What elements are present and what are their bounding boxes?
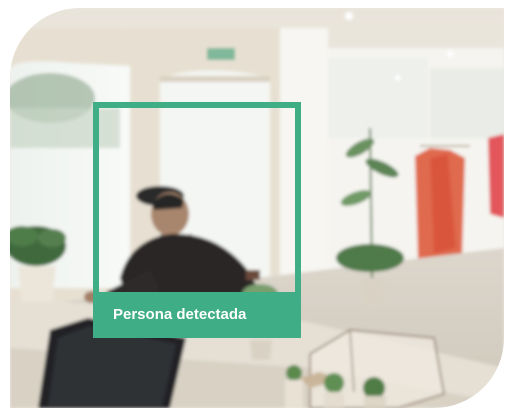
detection-label: Persona detectada bbox=[93, 292, 301, 338]
camera-frame: Persona detectada bbox=[0, 0, 507, 410]
